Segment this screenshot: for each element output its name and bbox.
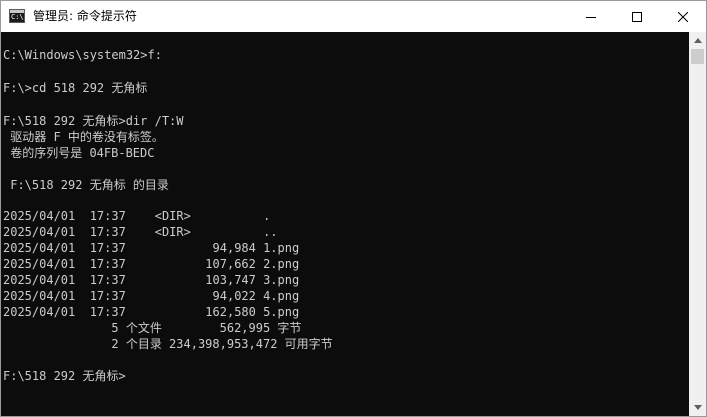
console-line: 2025/04/01 17:37 162,580 5.png bbox=[3, 305, 300, 319]
console-icon-text: C:\ bbox=[11, 13, 24, 21]
console-line: C:\Windows\system32>f: bbox=[3, 48, 162, 62]
console-line: 驱动器 F 中的卷没有标签。 bbox=[3, 130, 164, 144]
console-line: 2025/04/01 17:37 <DIR> . bbox=[3, 209, 271, 223]
chevron-down-icon bbox=[693, 405, 702, 410]
console-prompt: F:\518 292 无角标> bbox=[3, 369, 126, 383]
console-line: F:\518 292 无角标>dir /T:W bbox=[3, 114, 184, 128]
minimize-icon bbox=[586, 16, 596, 18]
console-line: 5 个文件 562,995 字节 bbox=[3, 321, 302, 335]
title-bar[interactable]: C:\ 管理员: 命令提示符 bbox=[1, 1, 706, 32]
console-line: 2025/04/01 17:37 <DIR> .. bbox=[3, 225, 278, 239]
maximize-icon bbox=[632, 11, 642, 22]
console-line: 卷的序列号是 04FB-BEDC bbox=[3, 146, 155, 160]
close-button[interactable] bbox=[660, 1, 706, 32]
console-line: 2025/04/01 17:37 94,984 1.png bbox=[3, 241, 300, 255]
console-output[interactable]: C:\Windows\system32>f: F:\>cd 518 292 无角… bbox=[1, 32, 689, 416]
console-line: F:\518 292 无角标 的目录 bbox=[3, 178, 169, 192]
close-icon bbox=[678, 11, 688, 22]
chevron-up-icon bbox=[693, 38, 702, 43]
vertical-scrollbar[interactable] bbox=[689, 32, 706, 416]
console-line: 2 个目录 234,398,953,472 可用字节 bbox=[3, 337, 333, 351]
console-line: 2025/04/01 17:37 103,747 3.png bbox=[3, 273, 300, 287]
minimize-button[interactable] bbox=[568, 1, 614, 32]
console-window: C:\ 管理员: 命令提示符 C:\Windows\system32>f: F:… bbox=[0, 0, 707, 417]
console-line: 2025/04/01 17:37 94,022 4.png bbox=[3, 289, 300, 303]
console-line: 2025/04/01 17:37 107,662 2.png bbox=[3, 257, 300, 271]
scroll-up-button[interactable] bbox=[689, 32, 706, 49]
scroll-down-button[interactable] bbox=[689, 399, 706, 416]
maximize-button[interactable] bbox=[614, 1, 660, 32]
window-title: 管理员: 命令提示符 bbox=[33, 9, 137, 23]
console-icon[interactable]: C:\ bbox=[9, 9, 25, 23]
scroll-thumb[interactable] bbox=[691, 49, 704, 64]
console-line: F:\>cd 518 292 无角标 bbox=[3, 81, 148, 95]
